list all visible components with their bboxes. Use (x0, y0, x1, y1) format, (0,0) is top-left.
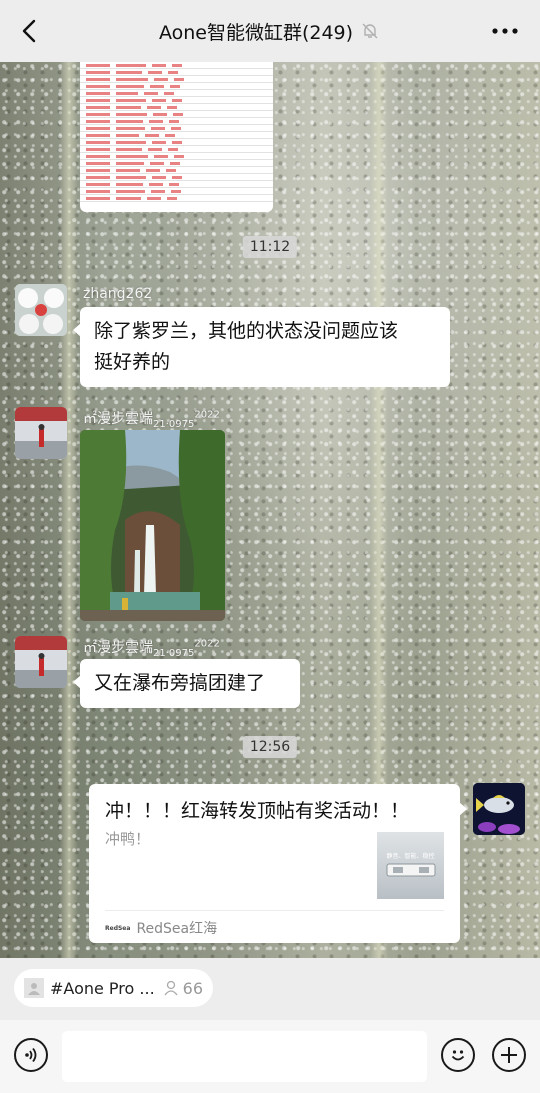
waterfall-photo (80, 430, 225, 621)
divider (105, 910, 444, 911)
avatar[interactable] (15, 636, 67, 688)
chat-title: Aone智能微缸群(249) (158, 21, 354, 44)
link-card-description: 冲鸭！ (105, 830, 151, 848)
message-input[interactable] (62, 1031, 427, 1082)
group-topic-chip[interactable]: #Aone Pro ... 66 (14, 969, 213, 1007)
emoji-button[interactable] (441, 1038, 475, 1072)
link-card-source: RedSea RedSea红海 (105, 918, 217, 938)
message-text: 挺好养的 (94, 351, 171, 373)
voice-button[interactable] (14, 1038, 48, 1072)
person-icon (163, 980, 179, 996)
avatar[interactable] (15, 407, 67, 459)
timestamp: 11:12 (242, 236, 298, 258)
link-card-title: 冲！！！红海转发顶帖有奖活动！！ (105, 800, 410, 822)
link-card-source-name: RedSea红海 (136, 921, 218, 937)
timestamp: 12:56 (242, 736, 298, 758)
group-notice-row: #Aone Pro ... 66 (0, 958, 540, 1020)
thumbnail-caption: 静音、智能、稳控 (386, 853, 435, 860)
message-text: 又在瀑布旁搞团建了 (94, 672, 266, 694)
input-bar (0, 1020, 540, 1093)
chat-area[interactable]: 11:12 zhang262 除了紫罗兰，其他的状态没问题应该 挺好养的 ㎡漫步… (0, 62, 540, 958)
sender-name: ㎡漫步雲端21·09752022 (83, 638, 220, 659)
top-bar: Aone智能微缸群(249) (0, 0, 540, 62)
plus-icon (501, 1047, 517, 1063)
spreadsheet-image-message[interactable] (80, 62, 273, 212)
avatar-image (15, 407, 67, 459)
emoji-icon (451, 1050, 465, 1061)
redsea-logo: RedSea (105, 924, 131, 932)
add-button[interactable] (492, 1038, 526, 1072)
avatar-image (15, 636, 67, 688)
fish-avatar-image (473, 783, 525, 835)
my-avatar[interactable] (473, 783, 525, 835)
participant-count: 66 (182, 978, 204, 998)
avatar[interactable] (15, 284, 67, 336)
more-options-button[interactable] (488, 14, 522, 48)
ellipsis-icon (492, 28, 518, 34)
chat-title-group: Aone智能微缸群(249) (159, 18, 381, 45)
message-text: 除了紫罗兰，其他的状态没问题应该 (94, 320, 399, 342)
chevron-left-icon (22, 19, 36, 43)
waterfall-photo-message[interactable] (80, 430, 225, 621)
sender-name: ㎡漫步雲端21·09752022 (83, 409, 220, 430)
wallpaper-streak (60, 62, 78, 958)
link-card-message[interactable]: 冲！！！红海转发顶帖有奖活动！！ 冲鸭！ 静音、智能、稳控 RedSea Red… (89, 784, 467, 943)
topic-icon (24, 978, 44, 998)
back-button[interactable] (10, 12, 48, 50)
message-bubble[interactable]: 除了紫罗兰，其他的状态没问题应该 挺好养的 (73, 307, 450, 387)
sender-name: zhang262 (83, 286, 153, 302)
bell-off-icon (361, 21, 381, 41)
avatar-image (15, 284, 67, 336)
pump-image (386, 863, 435, 877)
message-bubble[interactable]: 又在瀑布旁搞团建了 (73, 659, 300, 708)
group-topic-text: #Aone Pro ... (50, 978, 155, 998)
link-card-thumbnail: 静音、智能、稳控 (377, 832, 444, 899)
voice-icon (25, 1047, 37, 1063)
